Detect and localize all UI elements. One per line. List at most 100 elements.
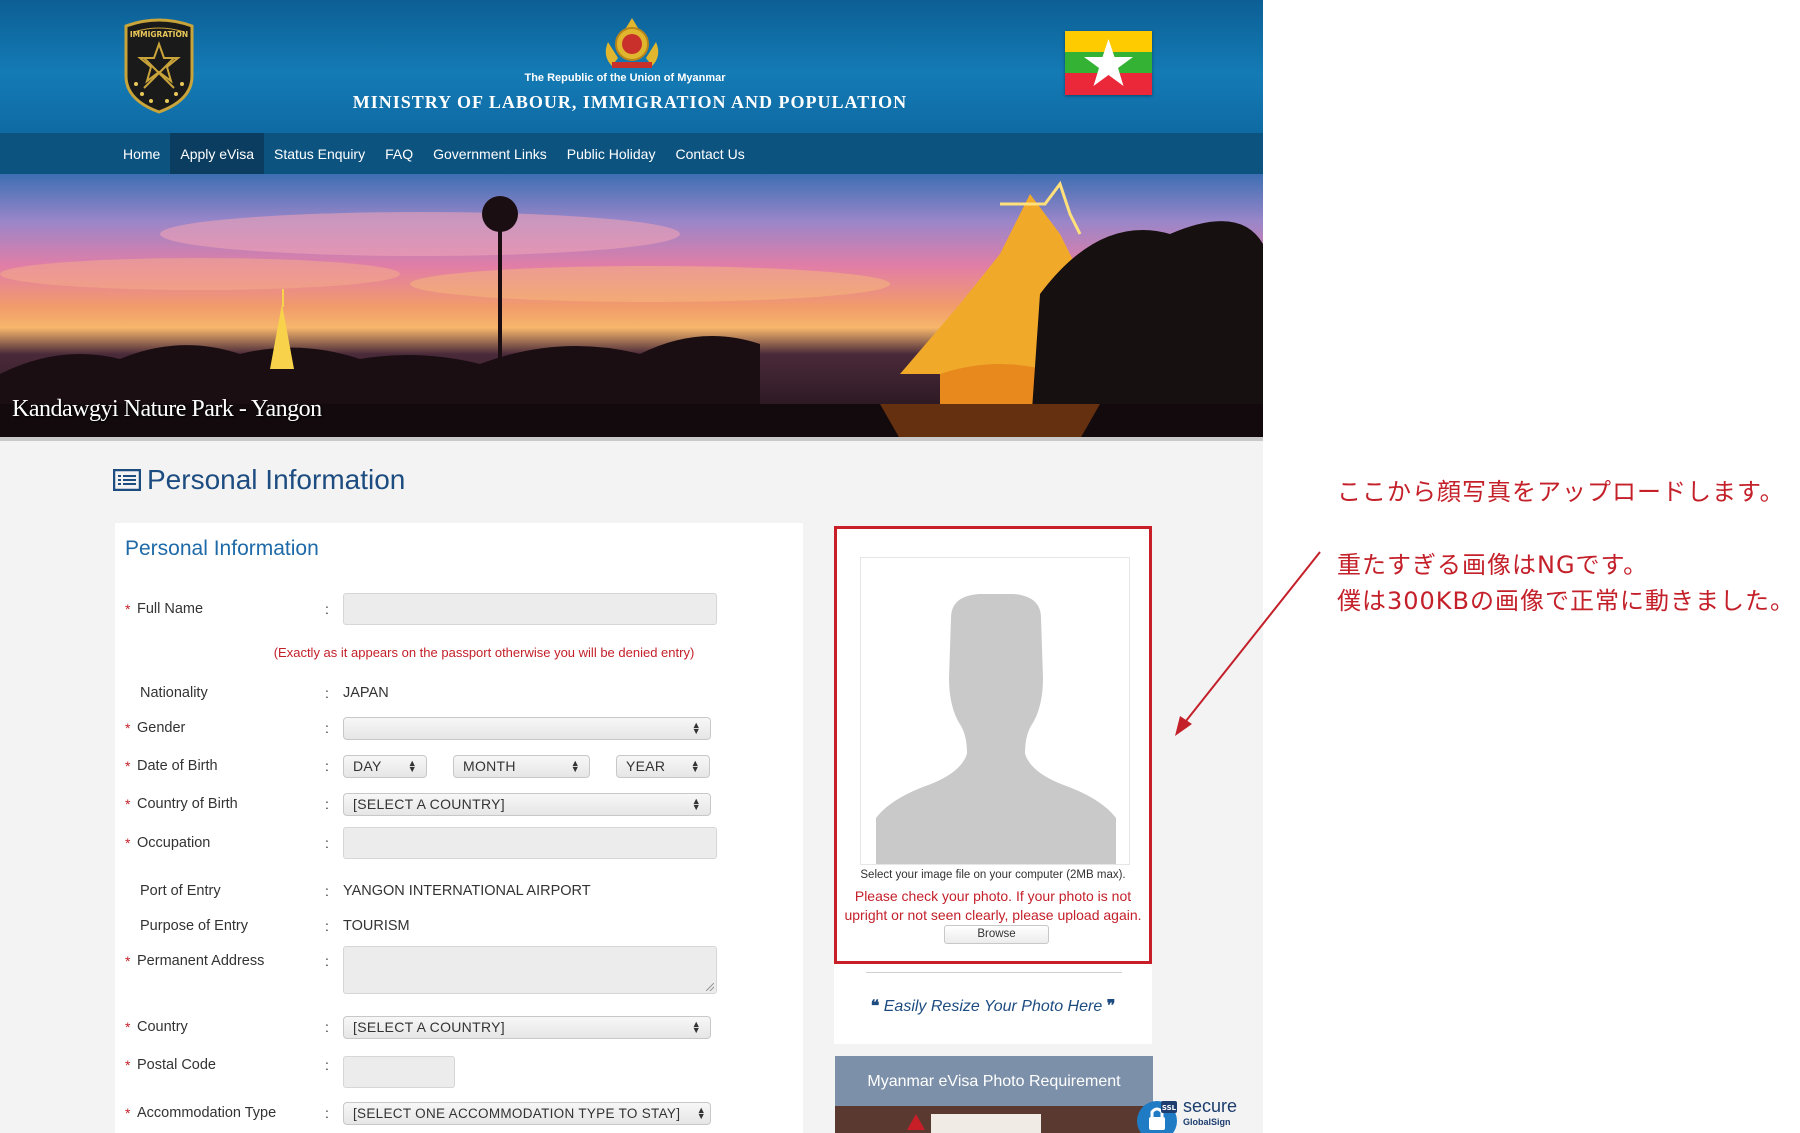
colon: : (325, 685, 329, 701)
accommodation-type-label: Accommodation Type (137, 1105, 277, 1121)
nav-faq[interactable]: FAQ (375, 133, 423, 174)
dob-month-select[interactable]: MONTH ▲ ▼ (453, 754, 590, 778)
accommodation-type-row: * Accommodation Type : [SELECT ONE ACCOM… (125, 1098, 795, 1128)
form-section-title: Personal Information (125, 537, 319, 560)
full-name-label: Full Name (137, 601, 204, 617)
nav-apply-evisa[interactable]: Apply eVisa (170, 133, 265, 174)
ministry-title: MINISTRY OF LABOUR, IMMIGRATION AND POPU… (352, 92, 908, 112)
photo-placeholder (860, 557, 1130, 865)
select-arrows-icon: ▲ ▼ (407, 758, 417, 774)
ssl-secure-badge[interactable]: SSL secure GlobalSign (1135, 1095, 1247, 1133)
photo-requirement-card[interactable]: Myanmar eVisa Photo Requirement (835, 1056, 1153, 1133)
main-nav: Home Apply eVisa Status Enquiry FAQ Gove… (0, 133, 1263, 174)
sample-photo (931, 1114, 1041, 1133)
country-of-birth-row: * Country of Birth : [SELECT A COUNTRY] … (125, 789, 795, 819)
permanent-address-row: * Permanent Address : (125, 946, 795, 994)
colon: : (325, 835, 329, 851)
ssl-provider-text: GlobalSign (1183, 1117, 1231, 1127)
nav-status-enquiry[interactable]: Status Enquiry (264, 133, 375, 174)
country-of-birth-value: [SELECT A COUNTRY] (353, 796, 505, 812)
country-select[interactable]: [SELECT A COUNTRY] ▲ ▼ (343, 1015, 711, 1039)
select-arrows-icon: ▲ ▼ (691, 720, 701, 736)
emblem-text: IMMIGRATION (130, 30, 188, 39)
required-mark: * (125, 1105, 131, 1121)
country-label: Country (137, 1019, 188, 1035)
nav-contact-us[interactable]: Contact Us (665, 133, 754, 174)
dob-day-select[interactable]: DAY ▲ ▼ (343, 754, 427, 778)
permanent-address-label: Permanent Address (137, 953, 265, 969)
resize-photo-card: ❝ Easily Resize Your Photo Here ❞ (834, 964, 1152, 1044)
port-of-entry-label: Port of Entry (140, 883, 221, 899)
occupation-input[interactable] (343, 827, 717, 859)
select-arrows-icon: ▲ ▼ (690, 758, 700, 774)
gender-row: * Gender : ▲ ▼ (125, 713, 795, 743)
colon: : (325, 601, 329, 617)
photo-warning: Please check your photo. If your photo i… (837, 887, 1149, 925)
immigration-badge-icon: IMMIGRATION (124, 18, 194, 114)
resize-photo-link[interactable]: ❝ Easily Resize Your Photo Here ❞ (834, 996, 1152, 1016)
nav-public-holiday[interactable]: Public Holiday (557, 133, 666, 174)
full-name-row: * Full Name : (125, 593, 795, 625)
port-of-entry-value: YANGON INTERNATIONAL AIRPORT (343, 883, 591, 899)
banner-caption: Kandawgyi Nature Park - Yangon (12, 396, 322, 422)
dob-month-value: MONTH (463, 758, 516, 774)
nationality-value: JAPAN (343, 685, 389, 701)
country-of-birth-select[interactable]: [SELECT A COUNTRY] ▲ ▼ (343, 792, 711, 816)
gender-select[interactable]: ▲ ▼ (343, 716, 711, 740)
page-title: Personal Information (113, 464, 405, 496)
annotation-arrow-icon (1175, 551, 1321, 736)
port-of-entry-row: Port of Entry : YANGON INTERNATIONAL AIR… (125, 876, 795, 906)
dob-label: Date of Birth (137, 758, 218, 774)
gender-label: Gender (137, 720, 186, 736)
nav-government-links[interactable]: Government Links (423, 133, 557, 174)
permanent-address-input[interactable] (343, 946, 717, 994)
required-mark: * (125, 758, 131, 774)
close-quote-icon: ❞ (1106, 996, 1116, 1015)
full-name-input[interactable] (343, 593, 717, 625)
occupation-label: Occupation (137, 835, 211, 851)
purpose-of-entry-row: Purpose of Entry : TOURISM (125, 911, 795, 941)
photo-upload-panel: Select your image file on your computer … (834, 526, 1152, 964)
required-mark: * (125, 835, 131, 851)
dob-year-select[interactable]: YEAR ▲ ▼ (616, 754, 710, 778)
evisa-site: IMMIGRATION The Republic of the Union of… (0, 0, 1263, 1133)
occupation-row: * Occupation : (125, 827, 795, 859)
required-mark: * (125, 601, 131, 617)
divider (866, 972, 1122, 973)
full-name-note: (Exactly as it appears on the passport o… (273, 645, 695, 660)
required-mark: * (125, 953, 131, 969)
postal-code-row: * Postal Code : (125, 1050, 795, 1088)
required-mark: * (125, 796, 131, 812)
nav-home[interactable]: Home (113, 133, 170, 174)
dob-year-value: YEAR (626, 758, 666, 774)
resize-photo-link-text: Easily Resize Your Photo Here (883, 998, 1103, 1015)
postal-code-input[interactable] (343, 1056, 455, 1088)
required-mark: * (125, 1019, 131, 1035)
accommodation-type-select[interactable]: [SELECT ONE ACCOMMODATION TYPE TO STAY] … (343, 1101, 711, 1125)
required-mark: * (125, 720, 131, 736)
dob-day-value: DAY (353, 758, 382, 774)
colon: : (325, 918, 329, 934)
ssl-secure-text: secure (1183, 1096, 1238, 1116)
site-header: IMMIGRATION The Republic of the Union of… (0, 0, 1263, 133)
select-arrows-icon: ▲ ▼ (570, 758, 580, 774)
select-arrows-icon: ▲ ▼ (691, 796, 701, 812)
list-icon (113, 469, 141, 491)
country-row: * Country : [SELECT A COUNTRY] ▲ ▼ (125, 1012, 795, 1042)
colon: : (325, 1057, 329, 1073)
annotation-heavy-image: 重たすぎる画像はNGです。 (1337, 551, 1649, 579)
browse-button[interactable]: Browse (944, 925, 1049, 944)
required-mark: * (125, 1057, 131, 1073)
screenshot-page: IMMIGRATION The Republic of the Union of… (0, 0, 1800, 1133)
banner-divider (0, 437, 1263, 441)
photo-warning-line1: Please check your photo. If your photo i… (854, 888, 1132, 904)
colon: : (325, 953, 329, 969)
colon: : (325, 720, 329, 736)
colon: : (325, 758, 329, 774)
ssl-lock-icon: SSL (1137, 1101, 1177, 1133)
colon: : (325, 796, 329, 812)
state-seal-icon (605, 18, 659, 68)
purpose-of-entry-value: TOURISM (343, 918, 410, 934)
colon: : (325, 883, 329, 899)
purpose-of-entry-label: Purpose of Entry (140, 918, 248, 934)
